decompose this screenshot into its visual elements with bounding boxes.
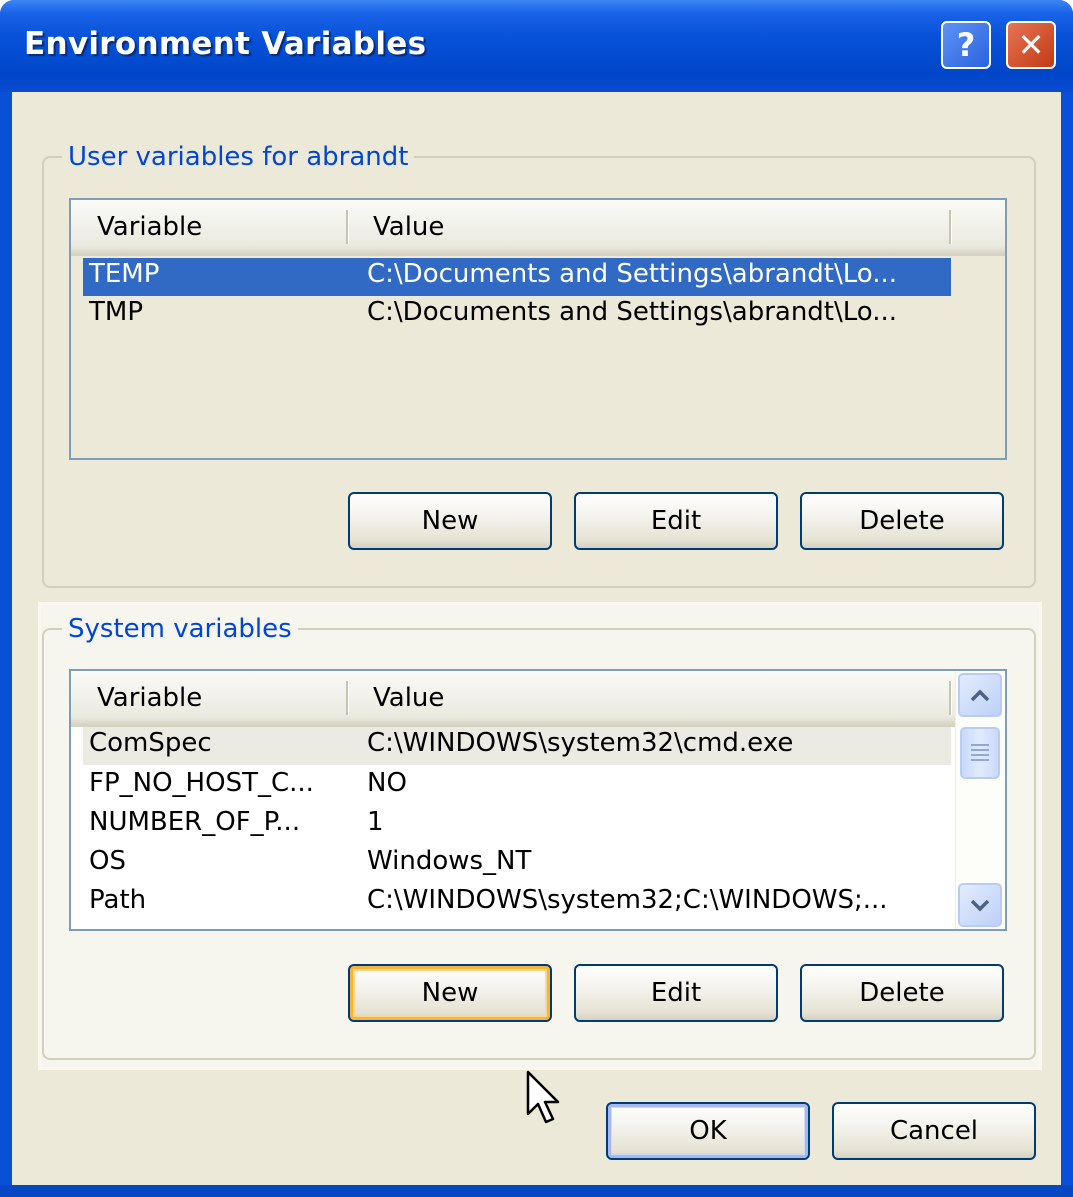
list-header: Variable Value	[71, 200, 1005, 256]
mouse-cursor-icon	[526, 1070, 560, 1124]
user-variables-list[interactable]: Variable Value TEMP C:\Documents and Set…	[69, 198, 1007, 460]
cancel-button[interactable]: Cancel	[832, 1102, 1036, 1160]
variable-value: C:\WINDOWS\system32\cmd.exe	[367, 728, 794, 758]
window-bottom-border	[0, 1185, 1073, 1197]
variable-value: C:\WINDOWS\system32;C:\WINDOWS;...	[367, 885, 888, 915]
variable-name: TMP	[89, 297, 143, 327]
vertical-scrollbar[interactable]	[955, 671, 1005, 929]
close-icon: ✕	[1017, 26, 1045, 64]
system-new-button[interactable]: New	[348, 964, 552, 1022]
chevron-down-icon	[970, 899, 990, 912]
variable-name: NUMBER_OF_P...	[89, 807, 301, 837]
system-edit-button[interactable]: Edit	[574, 964, 778, 1022]
grip-icon	[971, 744, 989, 762]
system-delete-button[interactable]: Delete	[800, 964, 1004, 1022]
column-header-variable[interactable]: Variable	[97, 683, 202, 713]
close-button[interactable]: ✕	[1006, 21, 1056, 69]
column-header-value[interactable]: Value	[373, 212, 444, 242]
scroll-up-button[interactable]	[958, 673, 1002, 717]
scroll-down-button[interactable]	[958, 883, 1002, 927]
user-new-button[interactable]: New	[348, 492, 552, 550]
column-header-variable[interactable]: Variable	[97, 212, 202, 242]
ok-button[interactable]: OK	[606, 1102, 810, 1160]
list-item[interactable]: TEMP C:\Documents and Settings\abrandt\L…	[83, 258, 951, 296]
chevron-up-icon	[970, 689, 990, 702]
system-variables-label: System variables	[62, 614, 298, 644]
variable-value: C:\Documents and Settings\abrandt\Lo...	[367, 259, 898, 289]
variable-value: NO	[367, 768, 407, 798]
user-delete-button[interactable]: Delete	[800, 492, 1004, 550]
column-divider[interactable]	[346, 210, 349, 244]
variable-name: FP_NO_HOST_C...	[89, 768, 314, 798]
system-variables-list[interactable]: Variable Value ComSpec C:\WINDOWS\system…	[69, 669, 1007, 931]
help-button[interactable]: ?	[941, 21, 991, 69]
user-edit-button[interactable]: Edit	[574, 492, 778, 550]
environment-variables-dialog: Environment Variables ? ✕ User variables…	[0, 0, 1073, 1197]
variable-value: Windows_NT	[367, 846, 532, 876]
column-divider[interactable]	[949, 681, 952, 715]
variable-name: OS	[89, 846, 126, 876]
column-divider[interactable]	[949, 210, 952, 244]
column-divider[interactable]	[346, 681, 349, 715]
dialog-body: User variables for abrandt Variable Valu…	[12, 92, 1061, 1185]
user-variables-label: User variables for abrandt	[62, 142, 415, 172]
variable-name: TEMP	[89, 259, 160, 289]
list-header: Variable Value	[71, 671, 955, 727]
variable-name: Path	[89, 885, 147, 915]
title-bar[interactable]: Environment Variables ? ✕	[0, 0, 1073, 92]
variable-value: C:\Documents and Settings\abrandt\Lo...	[367, 297, 898, 327]
window-title: Environment Variables	[24, 26, 427, 62]
question-mark-icon: ?	[956, 26, 976, 64]
list-item[interactable]: ComSpec C:\WINDOWS\system32\cmd.exe	[83, 727, 951, 765]
column-header-value[interactable]: Value	[373, 683, 444, 713]
scroll-thumb[interactable]	[960, 727, 1000, 779]
variable-value: 1	[367, 807, 384, 837]
variable-name: ComSpec	[89, 728, 212, 758]
